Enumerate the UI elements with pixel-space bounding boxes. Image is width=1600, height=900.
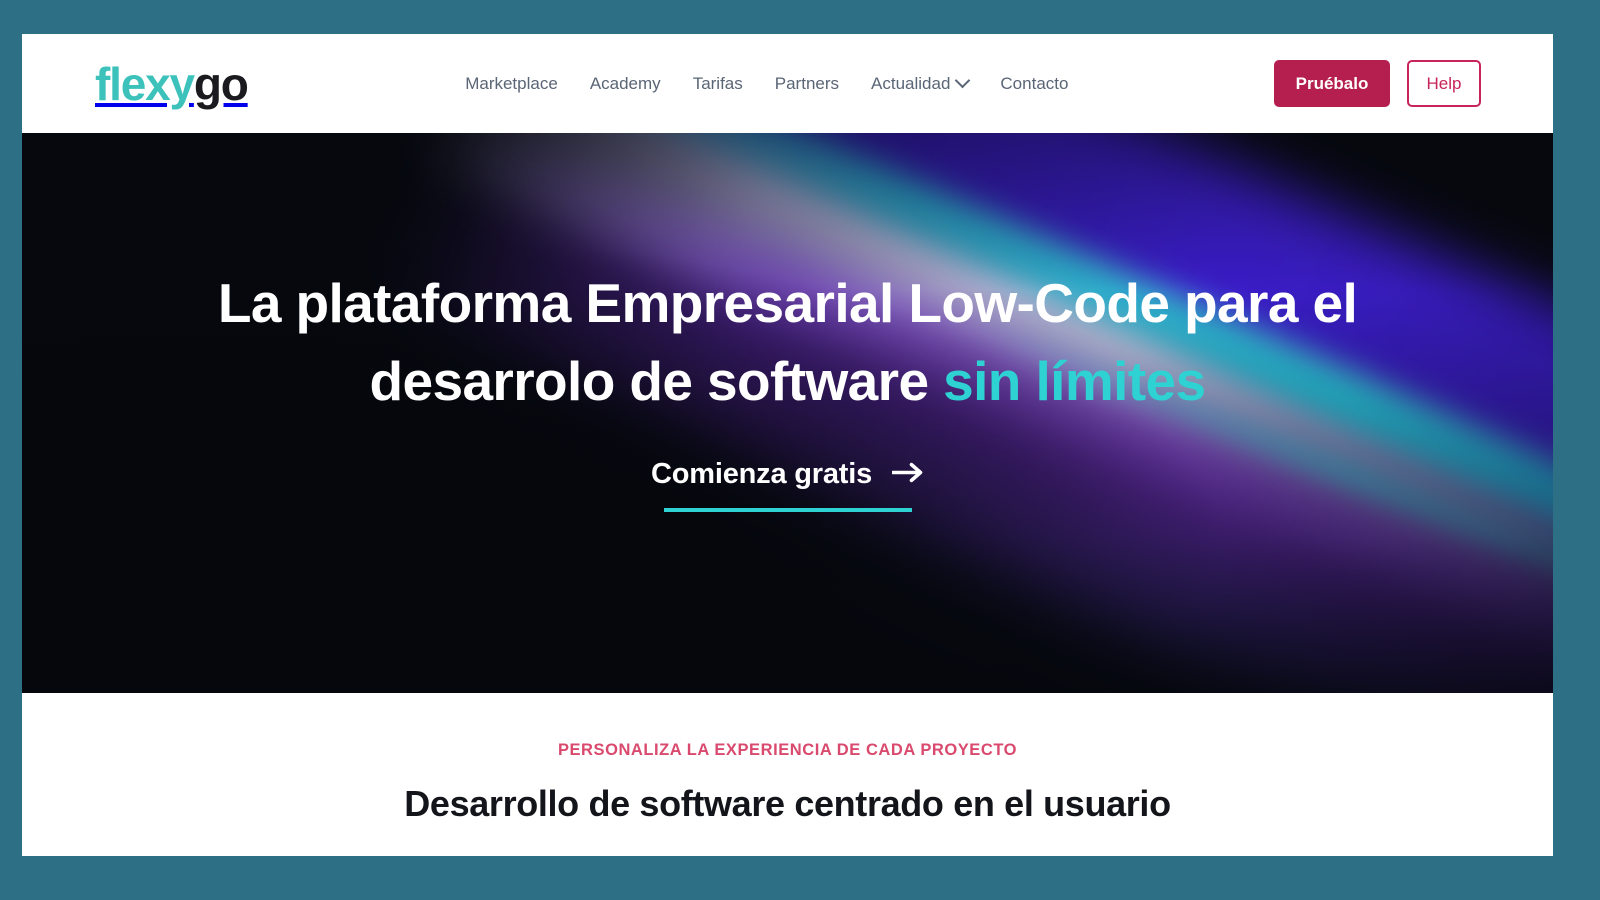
cta-label: Comienza gratis: [651, 458, 872, 491]
nav-item-contacto[interactable]: Contacto: [1000, 75, 1068, 92]
nav-item-label: Tarifas: [692, 74, 743, 93]
hero-title: La plataforma Empresarial Low-Code para …: [78, 264, 1498, 420]
hero-title-line2: desarrolo de software: [369, 350, 929, 413]
hero-title-accent: sin límites: [943, 350, 1206, 413]
hero-content: La plataforma Empresarial Low-Code para …: [22, 133, 1553, 513]
nav-item-label: Contacto: [1000, 74, 1069, 93]
hero-title-line1: La plataforma Empresarial Low-Code para …: [217, 272, 1358, 334]
site-header: flexygo Marketplace Academy Tarifas Part…: [22, 34, 1553, 133]
primary-navigation: Marketplace Academy Tarifas Partners Act…: [270, 72, 1264, 93]
nav-item-label: Actualidad: [871, 74, 951, 93]
nav-item-actualidad[interactable]: Actualidad: [871, 72, 971, 93]
nav-item-tarifas[interactable]: Tarifas: [693, 75, 743, 92]
help-button[interactable]: Help: [1407, 60, 1481, 107]
page-viewport: flexygo Marketplace Academy Tarifas Part…: [22, 34, 1553, 856]
nav-item-partners[interactable]: Partners: [775, 75, 839, 92]
section-eyebrow: PERSONALIZA LA EXPERIENCIA DE CADA PROYE…: [557, 741, 1018, 759]
try-it-button[interactable]: Pruébalo: [1274, 60, 1390, 107]
nav-item-label: Marketplace: [465, 74, 558, 93]
intro-section: PERSONALIZA LA EXPERIENCIA DE CADA PROYE…: [22, 693, 1553, 825]
site-logo[interactable]: flexygo: [95, 57, 249, 110]
start-free-cta[interactable]: Comienza gratis: [651, 458, 924, 513]
chevron-down-icon: [955, 72, 971, 89]
arrow-right-icon: [891, 460, 924, 490]
nav-item-marketplace[interactable]: Marketplace: [465, 75, 558, 92]
section-heading: Desarrollo de software centrado en el us…: [404, 783, 1171, 824]
logo-text-primary: flexy: [95, 57, 195, 110]
header-actions: Pruébalo Help: [1274, 60, 1481, 107]
nav-item-label: Academy: [589, 74, 661, 93]
hero-section: La plataforma Empresarial Low-Code para …: [22, 133, 1553, 693]
logo-text-secondary: go: [193, 57, 249, 110]
nav-item-label: Partners: [774, 74, 840, 93]
cta-row: Comienza gratis: [651, 458, 924, 491]
cta-underline: [663, 508, 912, 513]
nav-item-academy[interactable]: Academy: [590, 75, 661, 92]
